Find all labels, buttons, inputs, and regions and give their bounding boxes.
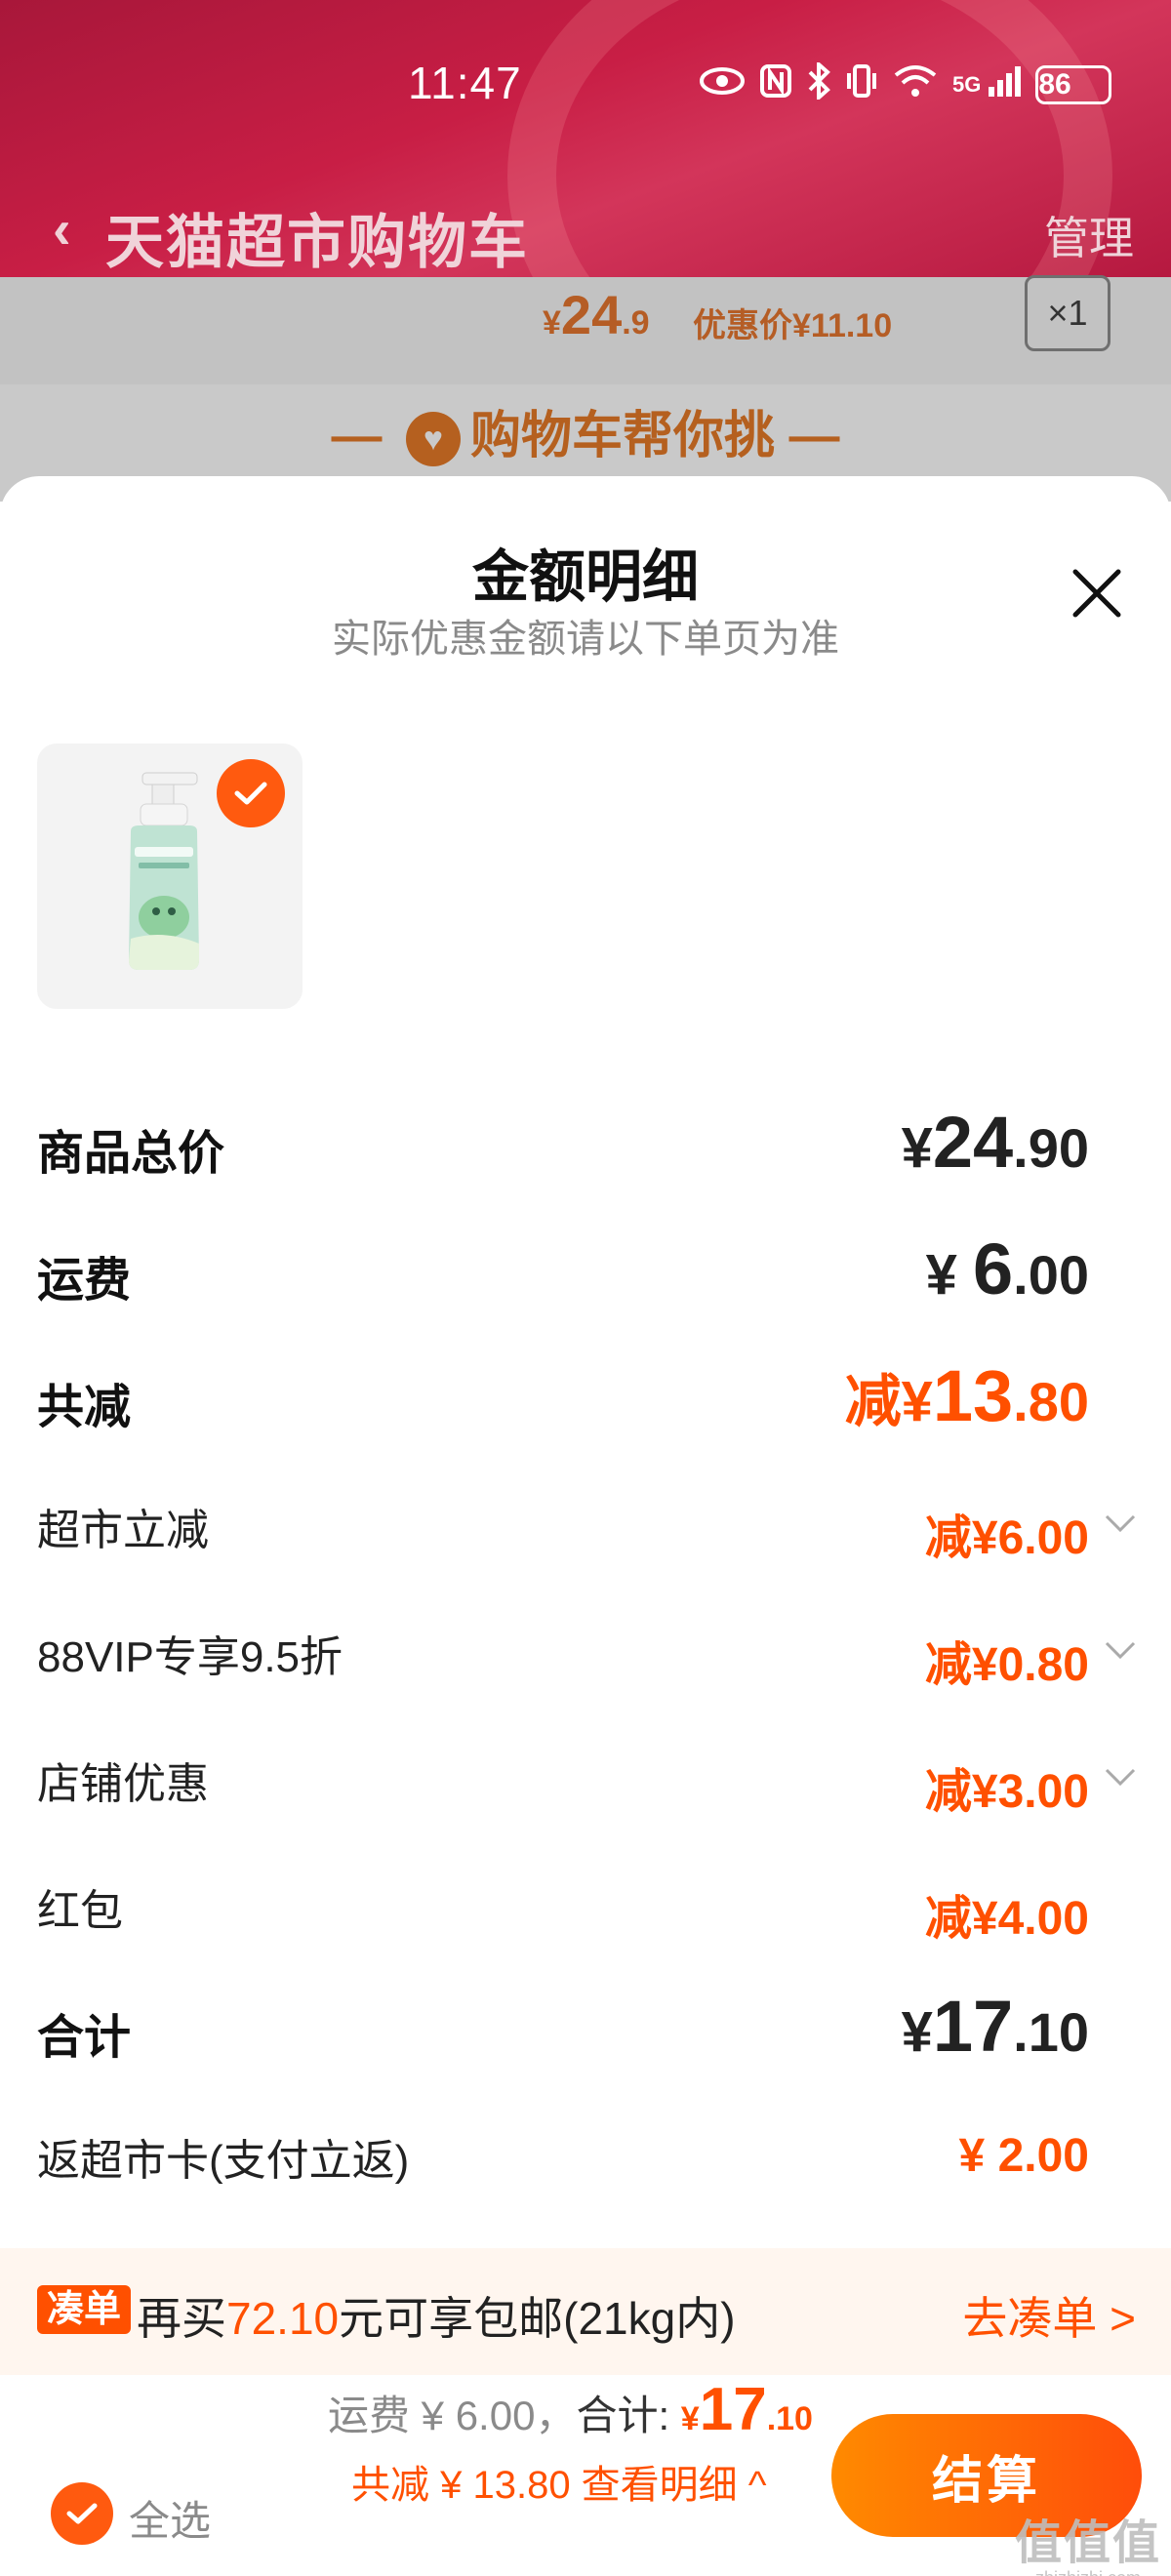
status-time: 11:47 <box>408 58 522 108</box>
battery-indicator: 86 <box>1035 65 1112 104</box>
add-items-link[interactable]: 去凑单 > <box>962 2283 1136 2348</box>
watermark-logo: 值值值 zhizhizhi.com <box>1015 2517 1162 2576</box>
heart-icon: ♥ <box>405 412 461 467</box>
row-label: 返超市卡(支付立返) <box>37 2137 410 2185</box>
row-label: 店铺优惠 <box>37 1760 209 1808</box>
network-label: 5G <box>952 72 982 97</box>
row-label: 超市立减 <box>37 1507 209 1554</box>
row-label: 共减 <box>37 1382 132 1433</box>
row-vip-discount[interactable]: 88VIP专享9.5折 减¥0.80 <box>37 1608 1140 1696</box>
footer-summary: 运费 ¥ 6.00，合计: ¥17.10 <box>328 2376 813 2443</box>
nfc-icon <box>759 63 792 106</box>
status-icons: 5G 86 <box>699 60 1112 109</box>
manage-button[interactable]: 管理 <box>1044 203 1134 267</box>
chevron-down-icon[interactable] <box>1101 1505 1140 1544</box>
bluetooth-icon <box>806 60 831 107</box>
background-item-discount: 优惠价¥11.10 <box>693 307 893 344</box>
checkout-footer: 全选 运费 ¥ 6.00，合计: ¥17.10 共减 ¥ 13.80 查看明细 … <box>0 2375 1171 2576</box>
wifi-icon <box>892 63 939 106</box>
row-shipping: 运费 ¥ 6.00 <box>37 1228 1140 1315</box>
row-value: ¥ 2.00 <box>958 2130 1089 2182</box>
promo-tag: 凑单 <box>37 2285 132 2334</box>
row-label: 合计 <box>37 2012 132 2064</box>
row-store-discount[interactable]: 店铺优惠 减¥3.00 <box>37 1735 1140 1823</box>
page-title: 天猫超市购物车 <box>105 210 529 275</box>
sheet-subtitle: 实际优惠金额请以下单页为准 <box>332 618 839 661</box>
row-value: ¥17.10 <box>901 1986 1089 2067</box>
close-icon[interactable] <box>1070 566 1124 621</box>
select-all-label[interactable]: 全选 <box>129 2488 211 2548</box>
free-shipping-promo: 凑单 再买72.10元可享包邮(21kg内) 去凑单 > <box>0 2248 1171 2375</box>
row-value: 减¥0.80 <box>924 1639 1089 1691</box>
row-red-packet: 红包 减¥4.00 <box>37 1862 1140 1950</box>
chevron-left-icon[interactable]: ‹ <box>53 197 71 261</box>
row-subtotal: 商品总价 ¥24.90 <box>37 1101 1140 1188</box>
row-grand-total: 合计 ¥17.10 <box>37 1985 1140 2073</box>
nav-bar: ‹ 天猫超市购物车 管理 <box>0 185 1171 275</box>
signal-icon <box>987 63 1022 106</box>
vibrate-icon <box>845 63 878 106</box>
eye-icon <box>699 65 746 104</box>
view-details-link[interactable]: 共减 ¥ 13.80 查看明细 ^ <box>351 2453 767 2510</box>
row-value: 减¥13.80 <box>844 1355 1089 1436</box>
background-item-price: ¥24.9 <box>543 284 650 345</box>
row-label: 商品总价 <box>37 1128 225 1180</box>
background-item-quantity: ×1 <box>1025 275 1110 351</box>
product-selected-check-icon[interactable] <box>217 759 285 827</box>
row-supermarket-discount[interactable]: 超市立减 减¥6.00 <box>37 1481 1140 1569</box>
row-value: ¥ 6.00 <box>925 1228 1089 1309</box>
row-value: 减¥6.00 <box>924 1512 1089 1564</box>
helper-banner: — ♥ 购物车帮你挑 — <box>0 394 1171 467</box>
row-cashback: 返超市卡(支付立返) ¥ 2.00 <box>37 2112 1140 2199</box>
status-bar: 11:47 5G 86 <box>0 47 1171 125</box>
sheet-title: 金额明细 <box>471 545 699 609</box>
row-value: ¥24.90 <box>901 1102 1089 1183</box>
chevron-down-icon[interactable] <box>1101 1758 1140 1797</box>
row-label: 红包 <box>37 1887 123 1935</box>
row-label: 88VIP专享9.5折 <box>37 1633 343 1681</box>
select-all-checkbox[interactable] <box>51 2482 113 2545</box>
promo-text: 再买72.10元可享包邮(21kg内) <box>137 2293 736 2344</box>
row-value: 减¥4.00 <box>924 1893 1089 1945</box>
row-value: 减¥3.00 <box>924 1766 1089 1818</box>
row-label: 运费 <box>37 1255 132 1307</box>
row-total-discount: 共减 减¥13.80 <box>37 1354 1140 1442</box>
chevron-down-icon[interactable] <box>1101 1631 1140 1670</box>
